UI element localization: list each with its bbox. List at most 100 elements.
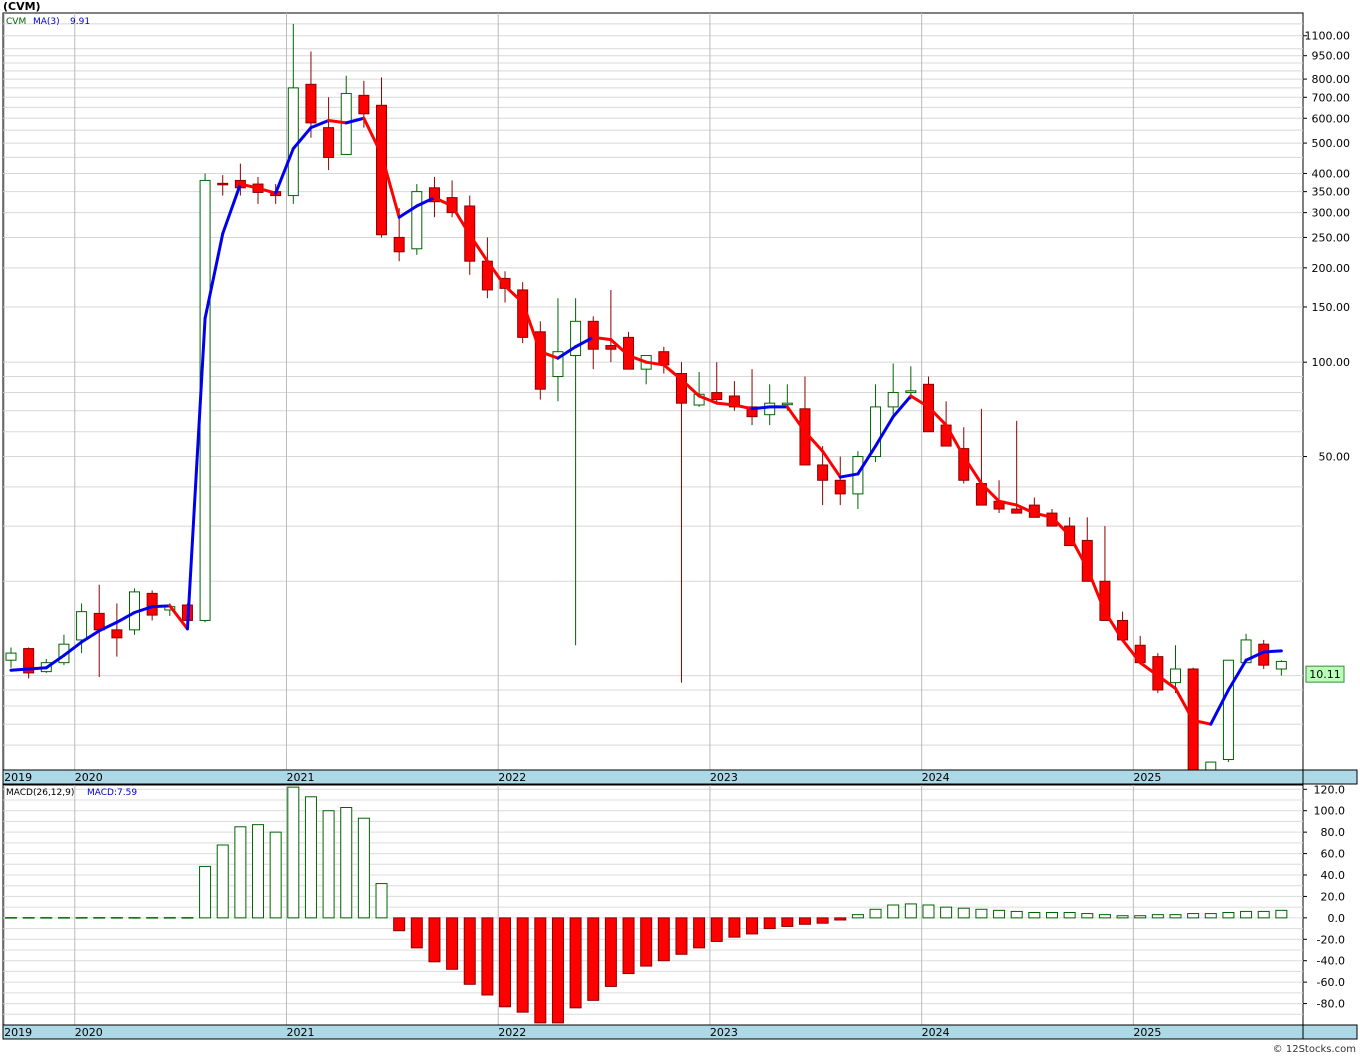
macd-bar: [534, 917, 547, 1024]
credit-text: © 12Stocks.com: [1272, 1044, 1356, 1055]
macd-bar: [710, 917, 723, 942]
price-axis-label: 300.00: [1312, 207, 1351, 220]
candle-body: [587, 320, 599, 350]
ma3-segment: [9, 667, 31, 672]
macd-x-axis-band: [2, 1024, 1304, 1040]
macd-bar: [587, 917, 600, 1001]
macd-bar: [834, 917, 847, 921]
macd-bar: [1187, 913, 1200, 919]
macd-bar: [904, 903, 917, 919]
candle-body: [940, 424, 952, 447]
macd-bar: [816, 917, 829, 924]
candle-body: [764, 402, 776, 416]
price-x-axis-label: 2024: [922, 771, 950, 784]
macd-bar: [234, 826, 247, 919]
macd-bar: [604, 917, 617, 987]
macd-bar: [446, 917, 459, 970]
price-x-axis-label: 2019: [4, 771, 32, 784]
candle-body: [817, 464, 829, 481]
macd-bar: [252, 824, 265, 919]
macd-bar: [1116, 915, 1129, 919]
macd-axis-label: -40.0: [1317, 955, 1345, 968]
macd-bar: [728, 917, 741, 938]
macd-bar: [304, 796, 317, 919]
ma3-segment: [150, 604, 172, 609]
candle-body: [1011, 508, 1023, 514]
price-axis-label: 250.00: [1312, 231, 1351, 244]
candle-body: [111, 629, 123, 639]
price-axis-label: 350.00: [1312, 186, 1351, 199]
price-axis-label: 1100.00: [1305, 30, 1351, 43]
macd-bar: [199, 865, 212, 919]
macd-axis-label: 0.0: [1328, 912, 1346, 925]
price-axis-label: 400.00: [1312, 167, 1351, 180]
candle-body: [781, 402, 793, 406]
ma3-segment: [750, 405, 772, 411]
macd-x-axis-label: 2024: [922, 1026, 950, 1039]
ma3-segment: [27, 666, 48, 671]
candle-body: [393, 236, 405, 253]
macd-bar: [499, 917, 512, 1008]
macd-bar: [798, 917, 811, 925]
macd-bar: [763, 917, 776, 930]
macd-axis-label: 40.0: [1321, 869, 1346, 882]
candle-body: [711, 392, 723, 401]
macd-bar: [675, 917, 688, 955]
candle-body: [305, 83, 317, 124]
macd-bar: [1134, 915, 1147, 919]
macd-bar: [569, 917, 582, 1009]
candle-body: [76, 611, 88, 641]
price-x-axis-band: [2, 769, 1304, 785]
macd-bar: [340, 807, 353, 919]
macd-bar: [622, 917, 635, 975]
macd-bar: [1257, 910, 1270, 919]
candle-body: [1205, 761, 1217, 771]
candle-body: [358, 94, 370, 115]
candle-body: [217, 182, 229, 186]
macd-bar: [957, 907, 970, 919]
candle-body: [1275, 660, 1287, 670]
macd-bar: [269, 831, 282, 919]
price-axis-label: 600.00: [1312, 112, 1351, 125]
macd-x-axis-band-right: [1302, 1024, 1358, 1040]
macd-bar: [428, 917, 441, 963]
macd-bar: [1204, 913, 1217, 919]
last-price-label: 10.11: [1309, 668, 1341, 681]
macd-bar: [463, 917, 476, 985]
macd-bar: [393, 917, 406, 932]
macd-bar: [322, 810, 335, 919]
candle-body: [323, 127, 335, 158]
candle-body: [1222, 659, 1234, 761]
macd-bar: [357, 817, 370, 919]
macd-x-axis-label: 2022: [498, 1026, 526, 1039]
price-x-axis-label: 2025: [1133, 771, 1161, 784]
macd-bar: [516, 917, 529, 1013]
price-x-axis-label: 2020: [75, 771, 103, 784]
macd-axis-label: -80.0: [1317, 998, 1345, 1011]
macd-x-axis-label: 2019: [4, 1026, 32, 1039]
macd-bar: [375, 883, 388, 919]
candle-body: [411, 191, 423, 250]
candle-body: [834, 479, 846, 495]
price-axis-label: 950.00: [1312, 50, 1351, 63]
macd-bar: [551, 917, 564, 1024]
candle-body: [605, 345, 617, 350]
macd-bar: [410, 917, 423, 949]
macd-bar: [216, 844, 229, 919]
legend-ma-value: 9.91: [70, 17, 90, 27]
macd-bar: [887, 904, 900, 919]
macd-bar: [1098, 914, 1111, 919]
macd-axis-label: 120.0: [1314, 783, 1346, 796]
macd-axis-label: -60.0: [1317, 976, 1345, 989]
candle-body: [887, 392, 899, 408]
macd-bar: [1045, 912, 1058, 919]
macd-bar: [1063, 912, 1076, 919]
macd-bar: [640, 917, 653, 967]
candle-body: [93, 612, 105, 631]
candle-body: [5, 652, 17, 661]
macd-bar: [1151, 914, 1164, 919]
macd-bar: [1222, 912, 1235, 919]
macd-x-axis-label: 2023: [710, 1026, 738, 1039]
price-axis-label: 50.00: [1319, 451, 1351, 464]
price-x-axis-label: 2023: [710, 771, 738, 784]
